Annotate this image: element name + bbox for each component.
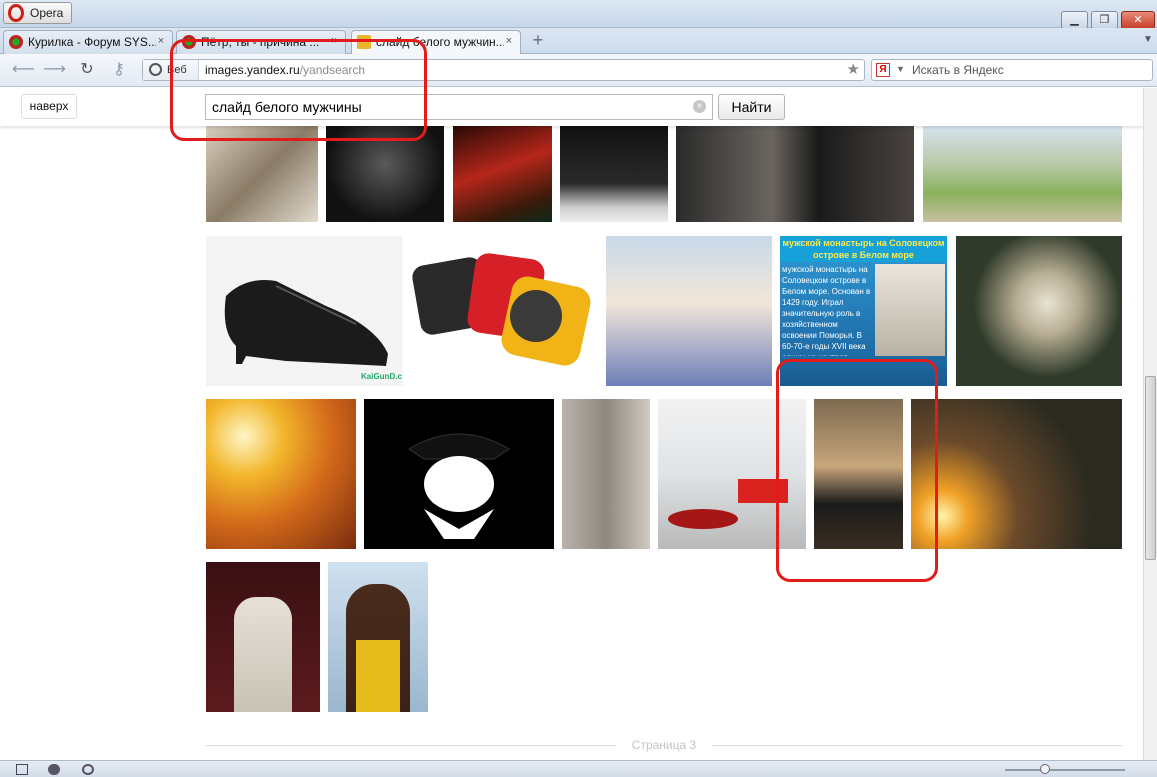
church-interior-image <box>875 264 945 356</box>
tab-close-icon[interactable]: × <box>154 34 168 48</box>
page-divider: Страница 3 <box>206 738 1122 752</box>
tab-forum[interactable]: Курилка - Форум SYS... × <box>3 30 173 54</box>
maximize-button[interactable]: ❐ <box>1091 11 1118 29</box>
image-caption: мужской монастырь на Соловецком острове … <box>780 236 947 262</box>
image-thumbnail[interactable] <box>206 562 320 712</box>
status-bar <box>0 760 1157 777</box>
yandex-engine-icon[interactable]: Я <box>876 63 890 77</box>
image-thumbnail[interactable] <box>562 399 650 549</box>
opera-menu-button[interactable]: Opera <box>3 2 72 24</box>
speed-dial-icon[interactable] <box>82 764 94 775</box>
reload-icon[interactable]: ↻ <box>76 60 98 80</box>
find-button[interactable]: Найти <box>718 94 785 120</box>
tab-list-chevron-icon[interactable]: ▼ <box>1143 34 1153 45</box>
page-content: наверх слайд белого мужчины × Найти KaiG… <box>0 88 1143 760</box>
high-heel-shoe-image <box>224 280 388 366</box>
image-thumbnail[interactable] <box>328 562 428 712</box>
site-favicon-icon <box>9 35 23 49</box>
maximize-icon: ❐ <box>1099 14 1110 26</box>
top-hat-figure-image <box>408 433 510 539</box>
opera-menu-label: Opera <box>30 6 64 20</box>
image-thumbnail[interactable] <box>676 126 914 222</box>
image-thumbnail[interactable] <box>560 126 668 222</box>
close-icon: ✕ <box>1133 14 1143 26</box>
yellow-jersey-image <box>356 640 400 712</box>
back-arrow-icon[interactable]: ⟵ <box>12 60 35 80</box>
white-suit-man-image <box>234 597 292 712</box>
panel-toggle-icon[interactable] <box>16 764 28 775</box>
forward-arrow-icon[interactable]: ⟶ <box>43 60 66 80</box>
back-to-top-button[interactable]: наверх <box>21 94 77 119</box>
divider-line <box>712 745 1122 746</box>
minimize-icon: ▁ <box>1070 14 1079 26</box>
bookmark-star-icon[interactable]: ★ <box>847 60 860 80</box>
zoom-slider[interactable] <box>1005 769 1125 771</box>
tab-label: Курилка - Форум SYS... <box>28 35 156 49</box>
new-tab-plus-icon[interactable]: + <box>529 31 547 50</box>
opera-logo-icon <box>8 4 24 22</box>
globe-icon <box>149 63 162 76</box>
image-thumbnail[interactable] <box>206 399 356 549</box>
image-thumbnail[interactable] <box>606 236 772 386</box>
tab-close-icon[interactable]: × <box>502 34 516 48</box>
image-thumbnail[interactable] <box>364 399 554 549</box>
cloud-icon[interactable] <box>48 764 60 775</box>
image-thumbnail[interactable] <box>923 126 1122 222</box>
close-window-button[interactable]: ✕ <box>1121 11 1155 29</box>
image-thumbnail[interactable]: KaiGunD.c <box>206 236 403 386</box>
vertical-scrollbar[interactable] <box>1143 88 1157 760</box>
image-thumbnail[interactable] <box>453 126 552 222</box>
page-number-label: Страница 3 <box>631 738 697 752</box>
clear-input-icon[interactable]: × <box>693 100 706 113</box>
engine-dropdown-chevron-icon[interactable]: ▼ <box>896 64 905 74</box>
image-thumbnail[interactable] <box>911 399 1122 549</box>
scrollbar-thumb[interactable] <box>1145 376 1156 560</box>
image-thumbnail[interactable] <box>956 236 1122 386</box>
zoom-slider-knob[interactable] <box>1040 764 1050 774</box>
image-description: мужской монастырь на Соловецком острове … <box>782 265 871 356</box>
image-watermark: KaiGunD.c <box>361 372 402 381</box>
minimize-button[interactable]: ▁ <box>1061 11 1088 29</box>
image-thumbnail[interactable] <box>406 236 596 386</box>
browser-search-box[interactable]: Я ▼ Искать в Яндекс <box>871 59 1153 81</box>
image-thumbnail[interactable]: мужской монастырь на Соловецком острове … <box>780 236 947 357</box>
title-bar: Opera ▁ ❐ ✕ <box>0 0 1157 29</box>
search-placeholder: Искать в Яндекс <box>912 63 1004 77</box>
highlight-annotation <box>776 359 938 582</box>
highlight-annotation <box>170 39 427 141</box>
card-holders-image <box>412 253 591 366</box>
divider-line <box>206 745 616 746</box>
red-rug-image <box>668 509 738 529</box>
key-icon[interactable]: ⚷ <box>108 60 130 80</box>
